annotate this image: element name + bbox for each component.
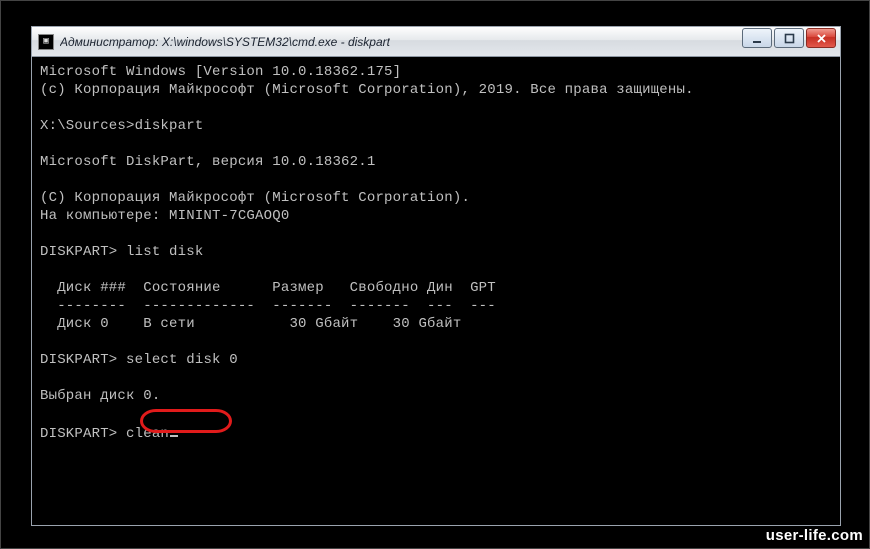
version-line: Microsoft Windows [Version 10.0.18362.17… — [40, 63, 832, 81]
diskpart-copyright-line: (C) Корпорация Майкрософт (Microsoft Cor… — [40, 189, 832, 207]
prompt-text: DISKPART> — [40, 352, 117, 368]
maximize-button[interactable] — [774, 28, 804, 48]
cmd-icon: ▣ — [38, 34, 54, 50]
disk-table-header: Диск ### Состояние Размер Свободно Дин G… — [40, 279, 832, 297]
blank-line — [40, 369, 832, 387]
blank-line — [40, 261, 832, 279]
window-controls — [742, 28, 836, 48]
blank-line — [40, 333, 832, 351]
text-cursor — [170, 423, 178, 437]
blank-line — [40, 171, 832, 189]
prompt-text: X:\Sources> — [40, 118, 135, 134]
terminal-output[interactable]: Microsoft Windows [Version 10.0.18362.17… — [32, 57, 840, 525]
minimize-button[interactable] — [742, 28, 772, 48]
cmd-window: ▣ Администратор: X:\windows\SYSTEM32\cmd… — [31, 26, 841, 526]
window-title: Администратор: X:\windows\SYSTEM32\cmd.e… — [60, 35, 390, 49]
command-text: list disk — [126, 244, 203, 260]
disk-table-separator: -------- ------------- ------- ------- -… — [40, 297, 832, 315]
blank-line — [40, 405, 832, 423]
diskpart-version-line: Microsoft DiskPart, версия 10.0.18362.1 — [40, 153, 832, 171]
prompt-line-select: DISKPART> select disk 0 — [40, 351, 832, 369]
prompt-line-clean: DISKPART> clean — [40, 423, 832, 443]
computer-name-line: На компьютере: MININT-7CGAOQ0 — [40, 207, 832, 225]
disk-selected-line: Выбран диск 0. — [40, 387, 832, 405]
copyright-line: (c) Корпорация Майкрософт (Microsoft Cor… — [40, 81, 832, 99]
blank-line — [40, 99, 832, 117]
close-button[interactable] — [806, 28, 836, 48]
titlebar[interactable]: ▣ Администратор: X:\windows\SYSTEM32\cmd… — [32, 27, 840, 57]
blank-line — [40, 225, 832, 243]
disk-table-row: Диск 0 В сети 30 Gбайт 30 Gбайт — [40, 315, 832, 333]
command-text: select disk 0 — [126, 352, 238, 368]
screenshot-canvas: ▣ Администратор: X:\windows\SYSTEM32\cmd… — [0, 0, 870, 549]
prompt-text: DISKPART> — [40, 426, 117, 442]
prompt-text: DISKPART> — [40, 244, 117, 260]
command-text: clean — [126, 426, 169, 442]
prompt-line-1: X:\Sources>diskpart — [40, 117, 832, 135]
watermark-text: user-life.com — [766, 527, 863, 544]
prompt-line-list: DISKPART> list disk — [40, 243, 832, 261]
blank-line — [40, 135, 832, 153]
command-text: diskpart — [135, 118, 204, 134]
